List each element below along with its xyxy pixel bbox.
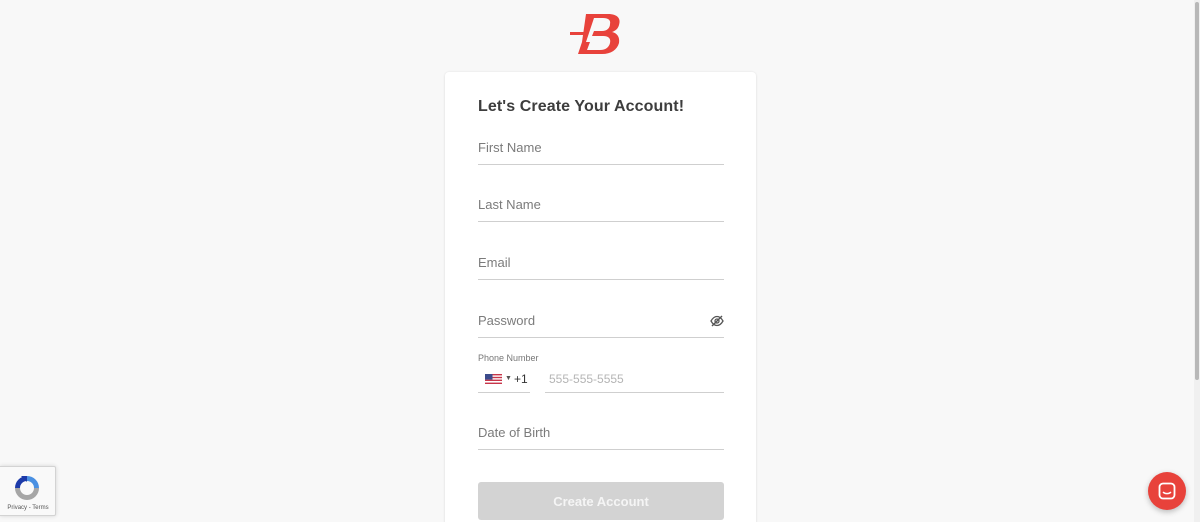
phone-number-input[interactable]: [545, 365, 724, 392]
chevron-down-icon: ▼: [505, 375, 512, 382]
last-name-input[interactable]: [478, 188, 724, 221]
phone-number-field[interactable]: [545, 365, 724, 393]
scrollbar-thumb[interactable]: [1195, 2, 1199, 380]
us-flag-icon: [485, 374, 502, 384]
recaptcha-badge[interactable]: Privacy - Terms: [0, 466, 56, 516]
country-code-select[interactable]: ▼ +1: [478, 365, 530, 393]
signup-card: Let's Create Your Account! Phone Number: [445, 72, 756, 522]
create-account-button[interactable]: Create Account: [478, 482, 724, 520]
password-input[interactable]: [478, 304, 724, 337]
password-field[interactable]: [478, 304, 724, 338]
email-input[interactable]: [478, 246, 724, 279]
form-title: Let's Create Your Account!: [478, 98, 685, 115]
recaptcha-terms-link[interactable]: Terms: [32, 505, 48, 511]
recaptcha-links: Privacy - Terms: [0, 505, 56, 511]
dial-code: +1: [514, 372, 528, 386]
first-name-field[interactable]: [478, 131, 724, 165]
email-field[interactable]: [478, 246, 724, 280]
chat-icon: [1158, 482, 1176, 500]
date-of-birth-input[interactable]: [478, 416, 724, 449]
recaptcha-privacy-link[interactable]: Privacy: [7, 505, 27, 511]
page-scrollbar[interactable]: [1194, 0, 1200, 522]
recaptcha-icon: [15, 476, 39, 500]
signup-page: Let's Create Your Account! Phone Number: [0, 0, 1200, 522]
phone-number-label: Phone Number: [478, 353, 539, 363]
last-name-field[interactable]: [478, 188, 724, 222]
brand-b-logo-icon: [570, 14, 620, 54]
date-of-birth-field[interactable]: [478, 416, 724, 450]
first-name-input[interactable]: [478, 131, 724, 164]
eye-off-icon[interactable]: [710, 315, 724, 327]
chat-launcher-button[interactable]: [1148, 472, 1186, 510]
